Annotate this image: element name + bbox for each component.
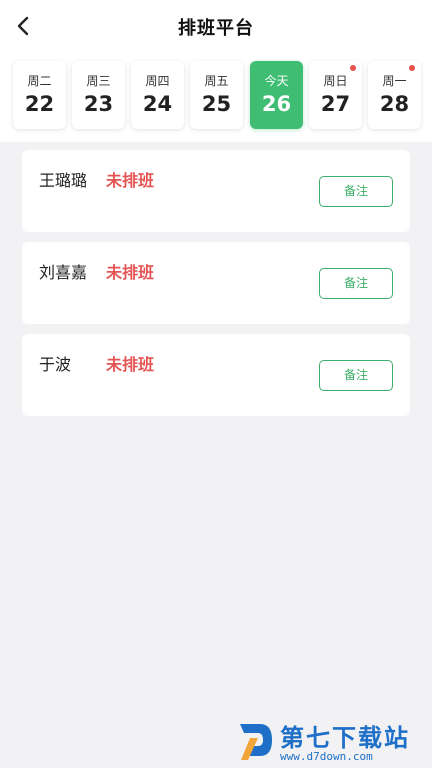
list-item: 刘喜嘉 未排班 备注	[22, 242, 410, 324]
date-day: 22	[24, 92, 55, 116]
page-title: 排班平台	[178, 18, 254, 39]
date-day: 28	[379, 92, 410, 116]
date-card-today[interactable]: 今天 26	[250, 61, 303, 129]
date-weekday: 周日	[323, 74, 348, 88]
note-button[interactable]: 备注	[319, 360, 393, 391]
list-item: 于波 未排班 备注	[22, 334, 410, 416]
note-button[interactable]: 备注	[319, 176, 393, 207]
date-weekday: 周四	[145, 74, 170, 88]
date-day: 23	[83, 92, 114, 116]
date-weekday: 周一	[382, 74, 407, 88]
note-button[interactable]: 备注	[319, 268, 393, 299]
top-bar: 排班平台	[0, 0, 432, 52]
date-card-wed[interactable]: 周三 23	[72, 61, 125, 129]
schedule-status: 未排班	[106, 171, 155, 190]
date-selector: 周二 22 周三 23 周四 24 周五 25 今天 26 周日 27 周一 2…	[0, 52, 432, 142]
date-card-fri[interactable]: 周五 25	[190, 61, 243, 129]
date-card-thu[interactable]: 周四 24	[131, 61, 184, 129]
date-weekday: 周三	[86, 74, 111, 88]
watermark: 第七下载站 www.d7down.com	[236, 714, 428, 766]
watermark-url: www.d7down.com	[280, 750, 373, 763]
schedule-status: 未排班	[106, 263, 155, 282]
date-day: 24	[142, 92, 173, 116]
notification-dot	[350, 65, 356, 71]
date-weekday: 周五	[204, 74, 229, 88]
date-card-tue[interactable]: 周二 22	[13, 61, 66, 129]
staff-name: 于波	[39, 355, 72, 374]
staff-name: 刘喜嘉	[39, 263, 88, 282]
date-day: 27	[320, 92, 351, 116]
staff-list: 王璐璐 未排班 备注 刘喜嘉 未排班 备注 于波 未排班 备注	[22, 150, 410, 426]
list-item: 王璐璐 未排班 备注	[22, 150, 410, 232]
staff-name: 王璐璐	[39, 171, 88, 190]
date-day: 25	[201, 92, 232, 116]
date-card-sun[interactable]: 周日 27	[309, 61, 362, 129]
date-day: 26	[261, 92, 292, 116]
notification-dot	[409, 65, 415, 71]
date-card-mon[interactable]: 周一 28	[368, 61, 421, 129]
date-weekday: 周二	[27, 74, 52, 88]
schedule-status: 未排班	[106, 355, 155, 374]
d7-logo-icon	[240, 724, 272, 760]
watermark-title: 第七下载站	[280, 724, 410, 752]
date-weekday: 今天	[264, 74, 289, 88]
